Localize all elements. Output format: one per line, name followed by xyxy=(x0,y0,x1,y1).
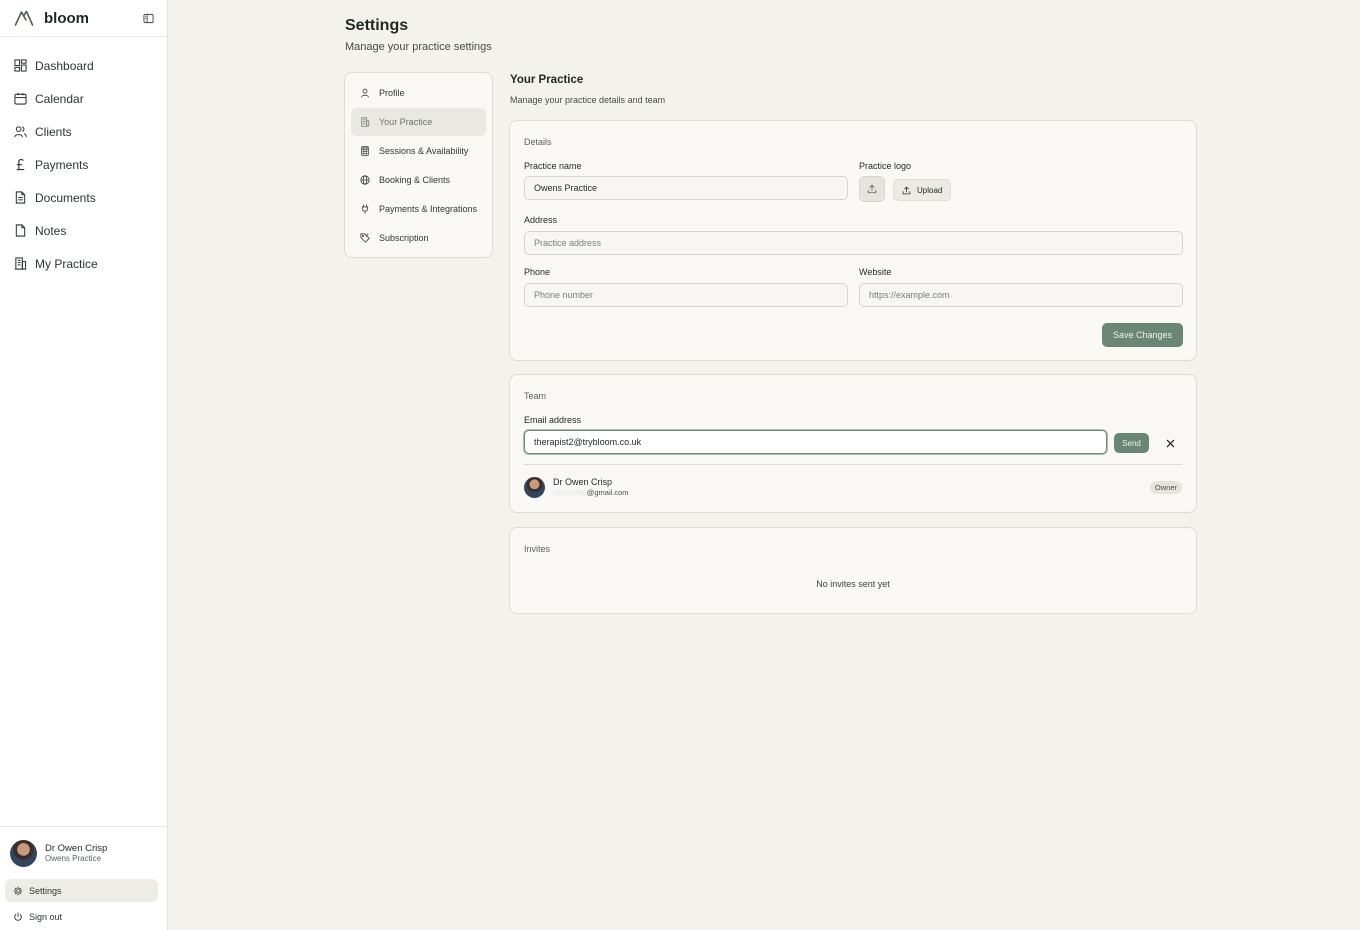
sidebar-item-label: Documents xyxy=(35,190,96,205)
tag-icon xyxy=(360,233,370,243)
note-icon xyxy=(15,224,26,237)
app-name: bloom xyxy=(44,9,89,27)
sidebar-item-my-practice[interactable]: My Practice xyxy=(0,247,167,280)
dashboard-icon xyxy=(14,59,27,72)
tab-label: Your Practice xyxy=(379,117,433,127)
send-invite-button[interactable]: Send xyxy=(1114,433,1149,453)
address-label: Address xyxy=(524,215,558,225)
team-card-title: Team xyxy=(524,391,547,401)
power-icon xyxy=(14,911,22,921)
sidebar-collapse-icon[interactable] xyxy=(141,11,155,25)
user-meta: Dr Owen Crisp Owens Practice xyxy=(45,843,107,864)
section-subtitle: Manage your practice details and team xyxy=(510,95,666,105)
member-name: Dr Owen Crisp xyxy=(553,476,613,487)
details-card-title: Details xyxy=(524,137,552,147)
sidebar-item-payments[interactable]: Payments xyxy=(0,148,167,181)
sidebar-item-calendar[interactable]: Calendar xyxy=(0,82,167,115)
settings-link[interactable]: Settings xyxy=(5,879,158,902)
invites-card: Invites No invites sent yet xyxy=(509,527,1197,614)
invite-email-input[interactable] xyxy=(524,430,1107,454)
sidebar-item-label: Dashboard xyxy=(35,58,94,73)
upload-logo-button[interactable]: Upload xyxy=(893,179,952,201)
sidebar-footer: Dr Owen Crisp Owens Practice Settings Si… xyxy=(0,826,167,930)
tab-payments-integrations[interactable]: Payments & Integrations xyxy=(351,195,486,223)
team-card: Team Email address Send Dr Owen Crisp ow… xyxy=(509,374,1197,513)
sidebar-item-label: Payments xyxy=(35,157,89,172)
page-title: Settings xyxy=(345,17,409,34)
user-name: Dr Owen Crisp xyxy=(45,842,108,854)
tab-label: Subscription xyxy=(379,233,429,243)
invites-card-title: Invites xyxy=(524,544,551,554)
invites-empty-message: No invites sent yet xyxy=(816,579,890,589)
user-practice: Owens Practice xyxy=(45,853,102,863)
tab-sessions-availability[interactable]: Sessions & Availability xyxy=(351,137,486,165)
member-email-redacted: owencrisp xyxy=(553,487,587,497)
pound-icon xyxy=(16,158,25,171)
member-email: owencrisp@gmail.com xyxy=(553,488,629,497)
settings-label: Settings xyxy=(29,885,62,896)
phone-input[interactable] xyxy=(524,283,848,307)
bloom-logo-icon[interactable] xyxy=(14,8,34,28)
practice-logo-preview[interactable] xyxy=(859,176,885,202)
member-avatar xyxy=(524,476,545,498)
plug-icon xyxy=(361,204,369,214)
tab-booking-clients[interactable]: Booking & Clients xyxy=(351,166,486,194)
sign-out-link[interactable]: Sign out xyxy=(5,905,158,928)
sidebar-item-label: Notes xyxy=(35,223,67,238)
main-nav: Dashboard Calendar Clients Payments Docu… xyxy=(0,37,167,280)
website-label: Website xyxy=(859,267,892,277)
team-member-row: Dr Owen Crisp owencrisp@gmail.com Owner xyxy=(524,475,1182,499)
gear-icon xyxy=(13,886,23,895)
settings-nav: Profile Your Practice Sessions & Availab… xyxy=(344,72,493,258)
sidebar-item-documents[interactable]: Documents xyxy=(0,181,167,214)
close-icon[interactable] xyxy=(1164,437,1176,449)
save-changes-button[interactable]: Save Changes xyxy=(1102,323,1183,347)
upload-icon xyxy=(867,184,877,194)
team-divider xyxy=(524,464,1182,465)
brand-header: bloom xyxy=(0,0,167,37)
calculator-icon xyxy=(361,146,369,156)
tab-label: Payments & Integrations xyxy=(379,204,478,214)
sidebar: bloom Dashboard Calendar Clients Payment… xyxy=(0,0,168,930)
calendar-icon xyxy=(14,92,27,105)
current-user[interactable]: Dr Owen Crisp Owens Practice xyxy=(0,839,167,867)
website-input[interactable] xyxy=(859,283,1183,307)
sidebar-item-clients[interactable]: Clients xyxy=(0,115,167,148)
address-input[interactable] xyxy=(524,231,1183,255)
member-meta: Dr Owen Crisp owencrisp@gmail.com xyxy=(553,477,629,498)
building-icon xyxy=(361,117,370,127)
upload-label: Upload xyxy=(917,185,943,195)
user-icon xyxy=(361,88,369,98)
sidebar-item-label: My Practice xyxy=(35,256,98,271)
tab-profile[interactable]: Profile xyxy=(351,79,486,107)
document-icon xyxy=(15,191,26,204)
email-label: Email address xyxy=(524,415,582,425)
upload-icon xyxy=(902,186,911,194)
globe-icon xyxy=(360,175,370,185)
sidebar-item-dashboard[interactable]: Dashboard xyxy=(0,49,167,82)
tab-label: Booking & Clients xyxy=(379,175,451,185)
sidebar-item-notes[interactable]: Notes xyxy=(0,214,167,247)
practice-name-input[interactable] xyxy=(524,176,848,200)
building-icon xyxy=(14,257,27,270)
member-email-domain: @gmail.com xyxy=(586,487,629,497)
role-badge: Owner xyxy=(1149,480,1182,494)
users-icon xyxy=(14,126,27,138)
sidebar-item-label: Calendar xyxy=(35,91,84,106)
details-card: Details Practice name Practice logo Uplo… xyxy=(509,120,1197,361)
tab-subscription[interactable]: Subscription xyxy=(351,224,486,252)
section-title: Your Practice xyxy=(510,74,584,86)
page-subtitle: Manage your practice settings xyxy=(345,41,492,53)
tab-label: Sessions & Availability xyxy=(379,146,469,156)
practice-logo-label: Practice logo xyxy=(859,161,912,171)
tab-label: Profile xyxy=(379,88,405,98)
practice-name-label: Practice name xyxy=(524,161,582,171)
tab-your-practice[interactable]: Your Practice xyxy=(351,108,486,136)
sign-out-label: Sign out xyxy=(29,911,63,922)
sidebar-item-label: Clients xyxy=(35,124,72,139)
phone-label: Phone xyxy=(524,267,551,277)
avatar xyxy=(10,839,37,867)
